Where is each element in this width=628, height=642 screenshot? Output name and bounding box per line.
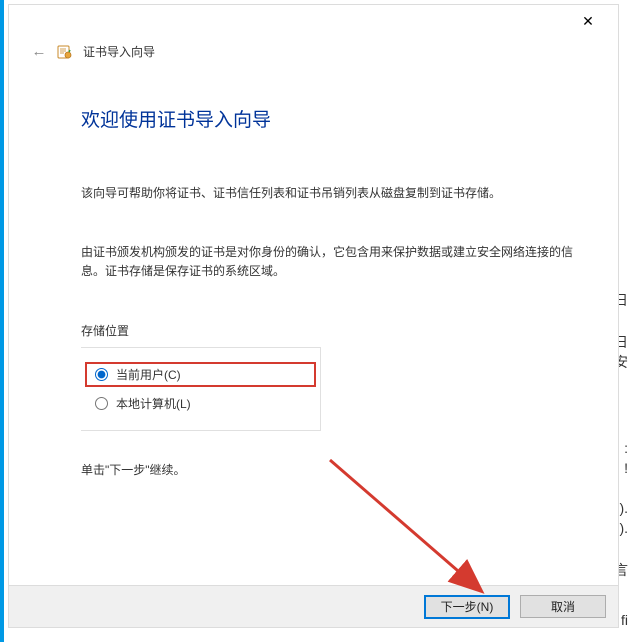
radio-current-user-label: 当前用户(C) xyxy=(116,366,181,383)
radio-current-user[interactable] xyxy=(95,368,108,381)
intro-paragraph-2: 由证书颁发机构颁发的证书是对你身份的确认，它包含用来保护数据或建立安全网络连接的… xyxy=(81,243,578,281)
back-arrow-icon[interactable]: ← xyxy=(31,44,47,60)
behind-char: ! xyxy=(624,460,628,476)
radio-local-machine-label: 本地计算机(L) xyxy=(116,395,191,412)
page-heading: 欢迎使用证书导入向导 xyxy=(81,105,578,132)
intro-paragraph-1: 该向导可帮助你将证书、证书信任列表和证书吊销列表从磁盘复制到证书存储。 xyxy=(81,184,578,203)
close-icon: ✕ xyxy=(582,14,594,28)
behind-char: ). xyxy=(619,520,628,536)
header-row: ← 证书导入向导 xyxy=(31,43,155,60)
certificate-icon xyxy=(57,44,73,60)
storage-location-group: 当前用户(C) 本地计算机(L) xyxy=(81,347,321,431)
wizard-title: 证书导入向导 xyxy=(83,43,155,60)
behind-char: ). xyxy=(619,500,628,516)
radio-current-user-row[interactable]: 当前用户(C) xyxy=(85,362,316,387)
button-bar: 下一步(N) 取消 xyxy=(9,585,618,627)
title-bar: ✕ xyxy=(9,5,618,35)
main-content: 欢迎使用证书导入向导 该向导可帮助你将证书、证书信任列表和证书吊销列表从磁盘复制… xyxy=(81,105,578,478)
wizard-dialog: ✕ ← 证书导入向导 欢迎使用证书导入向导 该向导可帮助你将证书、证书信任列表和… xyxy=(8,4,619,628)
cancel-button[interactable]: 取消 xyxy=(520,595,606,618)
continue-hint: 单击"下一步"继续。 xyxy=(81,461,578,478)
behind-window-accent xyxy=(0,0,4,642)
behind-char: fi xyxy=(621,612,628,628)
next-button[interactable]: 下一步(N) xyxy=(424,595,510,619)
close-button[interactable]: ✕ xyxy=(566,9,610,33)
behind-char: : xyxy=(624,440,628,456)
radio-local-machine-row[interactable]: 本地计算机(L) xyxy=(81,389,320,418)
storage-location-label: 存储位置 xyxy=(81,322,578,339)
radio-local-machine[interactable] xyxy=(95,397,108,410)
